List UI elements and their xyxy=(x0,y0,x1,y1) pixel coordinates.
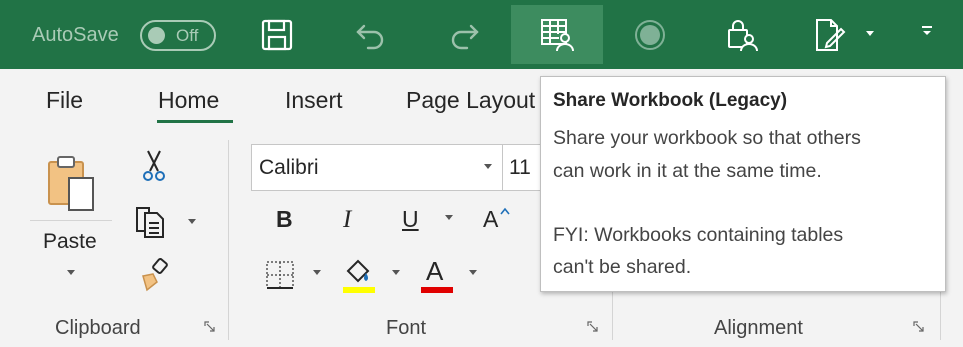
undo-button[interactable] xyxy=(325,5,417,64)
copy-icon xyxy=(136,207,164,238)
paste-label[interactable]: Paste xyxy=(43,230,97,254)
share-workbook-button[interactable] xyxy=(511,5,603,64)
scissors-icon xyxy=(143,150,165,181)
font-dialog-launcher-icon[interactable] xyxy=(587,321,599,333)
copy-button[interactable] xyxy=(131,204,171,240)
paste-split-line xyxy=(30,220,112,221)
font-separator xyxy=(612,290,613,340)
fill-color-icon xyxy=(343,259,375,293)
borders-dropdown-arrow[interactable] xyxy=(313,270,321,275)
alignment-dialog-launcher-icon[interactable] xyxy=(913,321,925,333)
share-workbook-icon xyxy=(541,18,574,51)
undo-icon xyxy=(356,24,384,49)
record-macro-icon xyxy=(635,19,665,50)
caret-up-icon xyxy=(500,207,510,215)
save-button[interactable] xyxy=(231,5,323,64)
tab-insert[interactable]: Insert xyxy=(285,87,343,114)
underline-dropdown-arrow[interactable] xyxy=(445,215,453,220)
font-name-dropdown-arrow[interactable] xyxy=(484,164,492,169)
tooltip-description-line-1: Share your workbook so that others xyxy=(553,127,861,149)
italic-button[interactable]: I xyxy=(343,206,351,234)
copy-dropdown-arrow[interactable] xyxy=(188,219,196,224)
protect-share-button[interactable] xyxy=(697,5,789,64)
save-icon xyxy=(261,19,293,50)
active-tab-indicator xyxy=(157,120,233,123)
protect-share-icon xyxy=(728,19,758,51)
cut-button[interactable] xyxy=(137,148,171,184)
autosave-state: Off xyxy=(176,26,199,45)
toggle-knob xyxy=(148,27,165,44)
fill-color-dropdown-arrow[interactable] xyxy=(392,270,400,275)
tab-file[interactable]: File xyxy=(46,87,83,114)
track-changes-dropdown-arrow[interactable] xyxy=(866,31,874,36)
record-macro-button[interactable] xyxy=(604,5,696,64)
font-group-label: Font xyxy=(386,317,427,339)
bold-button[interactable]: B xyxy=(276,206,293,233)
paste-dropdown-arrow[interactable] xyxy=(67,270,75,275)
share-workbook-tooltip: Share Workbook (Legacy) Share your workb… xyxy=(540,76,946,292)
font-size-value: 11 xyxy=(509,156,531,179)
autosave-label: AutoSave xyxy=(32,24,119,46)
paste-icon xyxy=(48,156,94,211)
redo-icon xyxy=(451,24,479,49)
redo-button[interactable] xyxy=(418,5,510,64)
tab-home[interactable]: Home xyxy=(158,87,219,114)
format-painter-button[interactable] xyxy=(135,256,173,294)
tooltip-note-line-2: can't be shared. xyxy=(553,256,692,278)
font-color-button[interactable]: A xyxy=(426,256,443,287)
tab-page-layout[interactable]: Page Layout xyxy=(406,87,540,114)
borders-icon xyxy=(266,261,294,289)
underline-button[interactable]: U xyxy=(402,206,419,233)
font-name-combobox[interactable]: Calibri xyxy=(251,144,503,191)
clipboard-group-label: Clipboard xyxy=(55,317,141,339)
track-changes-icon xyxy=(816,18,846,51)
font-color-dropdown-arrow[interactable] xyxy=(469,270,477,275)
paste-button[interactable] xyxy=(30,148,112,220)
title-bar: AutoSave Off xyxy=(0,0,963,69)
tooltip-description-line-2: can work in it at the same time. xyxy=(553,160,822,182)
font-color-swatch xyxy=(421,287,453,293)
format-painter-icon xyxy=(142,258,168,292)
autosave-toggle[interactable]: Off xyxy=(140,20,216,51)
customize-toolbar-icon[interactable] xyxy=(920,24,934,38)
tooltip-note-line-1: FYI: Workbooks containing tables xyxy=(553,224,844,246)
alignment-group-label: Alignment xyxy=(714,317,803,339)
clipboard-dialog-launcher-icon[interactable] xyxy=(204,321,216,333)
fill-color-button[interactable] xyxy=(339,256,377,296)
font-name-value: Calibri xyxy=(259,156,319,179)
borders-button[interactable] xyxy=(262,258,298,292)
tooltip-title: Share Workbook (Legacy) xyxy=(553,90,788,111)
track-changes-button[interactable] xyxy=(800,5,860,64)
clipboard-separator xyxy=(228,140,229,340)
grow-font-button[interactable]: A xyxy=(483,206,498,233)
